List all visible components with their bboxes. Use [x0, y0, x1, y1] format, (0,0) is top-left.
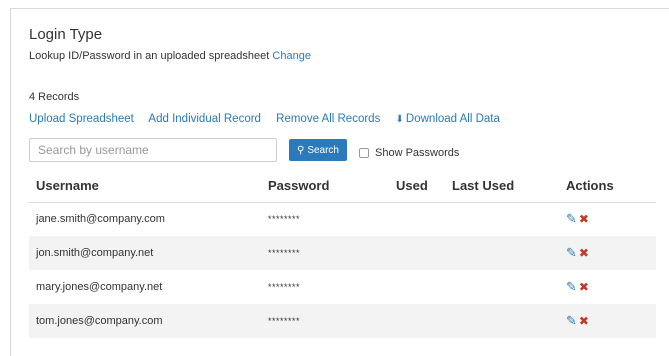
- table-row: mary.jones@company.net ******** ✎ ✖: [29, 270, 656, 304]
- records-actions-bar: Upload Spreadsheet Add Individual Record…: [29, 113, 512, 125]
- remove-all-records-link[interactable]: Remove All Records: [276, 113, 380, 125]
- section-title: Login Type: [29, 26, 103, 43]
- actions-cell: ✎ ✖: [559, 202, 656, 236]
- username-header: Username: [29, 170, 261, 203]
- actions-cell: ✎ ✖: [559, 236, 656, 270]
- search-button[interactable]: ⚲ Search: [289, 139, 347, 161]
- pencil-icon[interactable]: ✎: [566, 313, 577, 328]
- delete-x-icon[interactable]: ✖: [579, 246, 589, 260]
- last-used-header: Last Used: [445, 170, 559, 203]
- pencil-icon[interactable]: ✎: [566, 245, 577, 260]
- password-cell: ********: [261, 202, 389, 236]
- password-header: Password: [261, 170, 389, 203]
- used-cell: [389, 202, 445, 236]
- change-link[interactable]: Change: [272, 50, 311, 62]
- actions-cell: ✎ ✖: [559, 270, 656, 304]
- records-table: Username Password Used Last Used Actions…: [29, 170, 656, 338]
- pencil-icon[interactable]: ✎: [566, 279, 577, 294]
- show-passwords-checkbox[interactable]: [359, 148, 369, 158]
- username-cell: jon.smith@company.net: [29, 236, 261, 270]
- used-header: Used: [389, 170, 445, 203]
- delete-x-icon[interactable]: ✖: [579, 314, 589, 328]
- table-row: jane.smith@company.com ******** ✎ ✖: [29, 202, 656, 236]
- login-type-description: Lookup ID/Password in an uploaded spread…: [29, 50, 311, 62]
- show-passwords-toggle[interactable]: Show Passwords: [359, 147, 459, 159]
- delete-x-icon[interactable]: ✖: [579, 212, 589, 226]
- last-used-cell: [445, 270, 559, 304]
- records-count: 4 Records: [29, 91, 80, 103]
- delete-x-icon[interactable]: ✖: [579, 280, 589, 294]
- download-all-data-link[interactable]: ⬇ Download All Data: [396, 113, 500, 125]
- search-input[interactable]: [29, 138, 277, 162]
- search-button-label: Search: [307, 144, 339, 156]
- username-cell: tom.jones@company.com: [29, 304, 261, 338]
- last-used-cell: [445, 202, 559, 236]
- last-used-cell: [445, 304, 559, 338]
- pencil-icon[interactable]: ✎: [566, 211, 577, 226]
- password-cell: ********: [261, 270, 389, 304]
- table-row: tom.jones@company.com ******** ✎ ✖: [29, 304, 656, 338]
- search-icon: ⚲: [296, 144, 305, 156]
- show-passwords-label: Show Passwords: [375, 147, 460, 159]
- description-text: Lookup ID/Password in an uploaded spread…: [29, 50, 270, 62]
- actions-header: Actions: [559, 170, 656, 203]
- password-cell: ********: [261, 304, 389, 338]
- used-cell: [389, 270, 445, 304]
- download-icon: ⬇: [395, 114, 404, 125]
- used-cell: [389, 236, 445, 270]
- table-header-row: Username Password Used Last Used Actions: [29, 170, 656, 203]
- used-cell: [389, 304, 445, 338]
- username-cell: mary.jones@company.net: [29, 270, 261, 304]
- table-row: jon.smith@company.net ******** ✎ ✖: [29, 236, 656, 270]
- actions-cell: ✎ ✖: [559, 304, 656, 338]
- download-all-data-label: Download All Data: [405, 113, 500, 125]
- add-individual-record-link[interactable]: Add Individual Record: [148, 113, 261, 125]
- last-used-cell: [445, 236, 559, 270]
- password-cell: ********: [261, 236, 389, 270]
- upload-spreadsheet-link[interactable]: Upload Spreadsheet: [29, 113, 134, 125]
- username-cell: jane.smith@company.com: [29, 202, 261, 236]
